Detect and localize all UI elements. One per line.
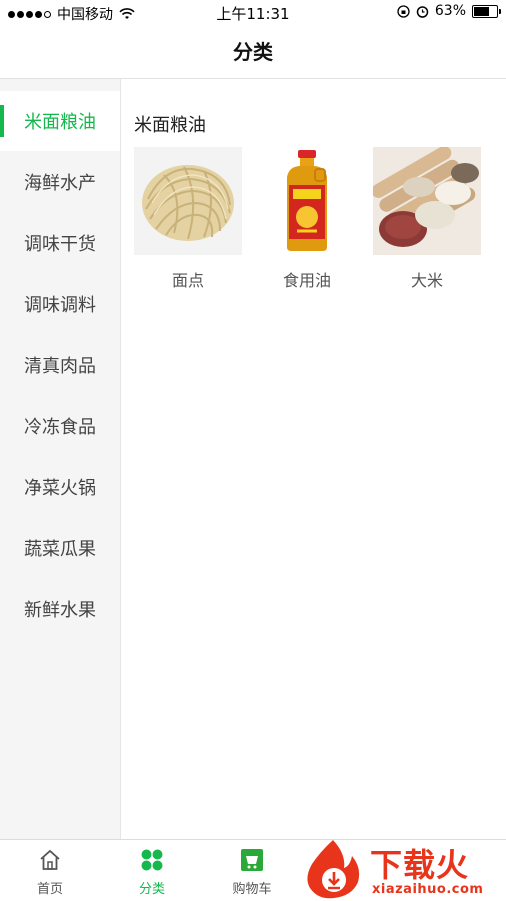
section-title: 米面粮油 [134, 115, 206, 136]
category-tile-noodles[interactable]: 面点 [134, 147, 242, 291]
category-tile-rice[interactable]: 大米 [373, 147, 481, 291]
sidebar-item-label: 调味调料 [24, 295, 96, 316]
sidebar-item-dry-seasoning[interactable]: 调味干货 [0, 213, 120, 273]
tab-label: 分类 [138, 882, 165, 897]
cart-icon [241, 849, 263, 871]
sidebar-item-label: 海鲜水产 [24, 173, 96, 194]
tab-cart[interactable]: 购物车 [202, 840, 302, 901]
status-bar: 中国移动 上午11:31 63% [0, 0, 506, 26]
noodles-image [134, 147, 242, 255]
sidebar-item-rice-noodle-oil[interactable]: 米面粮油 [0, 91, 120, 151]
tab-home[interactable]: 首页 [0, 840, 100, 901]
category-tile-cooking-oil[interactable]: 食用油 [253, 147, 361, 291]
sidebar-item-label: 蔬菜瓜果 [24, 539, 96, 560]
sidebar-item-label: 净菜火锅 [24, 478, 96, 499]
sidebar-item-label: 冷冻食品 [24, 417, 96, 438]
rice-image [373, 147, 481, 255]
category-label: 面点 [171, 271, 204, 290]
flame-logo-icon [307, 840, 360, 899]
sidebar-item-seafood[interactable]: 海鲜水产 [0, 152, 120, 212]
category-content: 米面粮油 面点 食用油 大米 [121, 79, 506, 839]
page-title: 分类 [0, 26, 506, 79]
watermark-url: xiazaihuo.com [372, 882, 484, 897]
watermark-text: 下载火 [370, 846, 470, 884]
category-label: 食用油 [282, 271, 331, 290]
home-icon [40, 849, 60, 870]
sidebar-item-halal-meat[interactable]: 清真肉品 [0, 335, 120, 395]
sidebar-item-fruit[interactable]: 新鲜水果 [0, 579, 120, 639]
category-label: 大米 [410, 271, 443, 290]
battery-percent: 63% [434, 3, 466, 19]
sidebar-item-frozen-food[interactable]: 冷冻食品 [0, 396, 120, 456]
sidebar-item-condiments[interactable]: 调味调料 [0, 274, 120, 334]
rotation-lock-icon [397, 4, 410, 18]
alarm-icon [416, 5, 429, 18]
sidebar-item-label: 调味干货 [24, 234, 96, 255]
category-sidebar: 米面粮油 海鲜水产 调味干货 调味调料 清真肉品 冷冻食品 净菜火锅 蔬菜瓜果 … [0, 79, 121, 839]
category-grid-icon [141, 849, 163, 871]
tab-category[interactable]: 分类 [102, 840, 202, 901]
cooking-oil-image [253, 147, 361, 255]
sidebar-item-label: 清真肉品 [24, 356, 96, 377]
tab-label: 购物车 [232, 882, 272, 897]
tab-label: 首页 [36, 882, 63, 897]
sidebar-item-vegetables[interactable]: 蔬菜瓜果 [0, 518, 120, 578]
status-right: 63% [397, 3, 501, 19]
battery-icon [472, 4, 501, 18]
sidebar-item-hotpot[interactable]: 净菜火锅 [0, 457, 120, 517]
sidebar-item-label: 新鲜水果 [24, 600, 96, 621]
sidebar-item-label: 米面粮油 [24, 112, 96, 133]
watermark-logo: 下载火 xiazaihuo.com [300, 838, 506, 900]
